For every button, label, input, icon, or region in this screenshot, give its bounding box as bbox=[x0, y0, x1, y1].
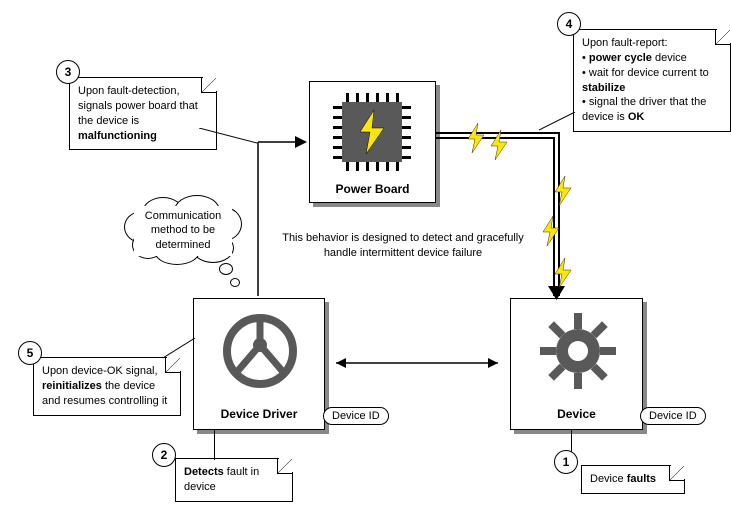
note-2-text: Detects fault in device bbox=[184, 466, 259, 493]
step-5-badge: 5 bbox=[18, 341, 42, 365]
power-board-box: Power Board bbox=[309, 81, 436, 203]
note-4: Upon fault-report:• power cycle device• … bbox=[573, 29, 731, 132]
note-5: Upon device-OK signal, reinitializes the… bbox=[33, 357, 181, 416]
note-1-text: Device faults bbox=[590, 473, 656, 485]
step-4-badge: 4 bbox=[557, 12, 581, 36]
note-1: Device faults bbox=[581, 465, 685, 494]
device-driver-label: Device Driver bbox=[194, 407, 324, 421]
diagram-canvas: Power Board Device Driver Device ID bbox=[0, 0, 731, 526]
step-1-badge: 1 bbox=[554, 450, 578, 474]
note-5-text: Upon device-OK signal, reinitializes the… bbox=[42, 365, 167, 407]
gear-icon bbox=[538, 311, 618, 391]
cloud-text: Communication method to be determined bbox=[128, 203, 238, 258]
thought-cloud: Communication method to be determined bbox=[128, 203, 238, 259]
device-id-pill-1: Device ID bbox=[323, 407, 389, 425]
note-4-text: Upon fault-report:• power cycle device• … bbox=[582, 37, 709, 123]
note-2: Detects fault in device bbox=[175, 458, 293, 502]
power-board-label: Power Board bbox=[310, 182, 435, 196]
step-3-badge: 3 bbox=[56, 60, 80, 84]
step-2-badge: 2 bbox=[152, 443, 176, 467]
device-driver-box: Device Driver bbox=[193, 298, 325, 430]
steering-wheel-icon bbox=[222, 313, 298, 389]
note-3-text: Upon fault-detection, signals power boar… bbox=[78, 85, 198, 142]
device-label: Device bbox=[511, 407, 642, 421]
note-3: Upon fault-detection, signals power boar… bbox=[69, 77, 217, 150]
device-id-pill-2: Device ID bbox=[640, 407, 706, 425]
lightning-icon bbox=[358, 110, 386, 154]
device-box: Device bbox=[510, 298, 643, 430]
